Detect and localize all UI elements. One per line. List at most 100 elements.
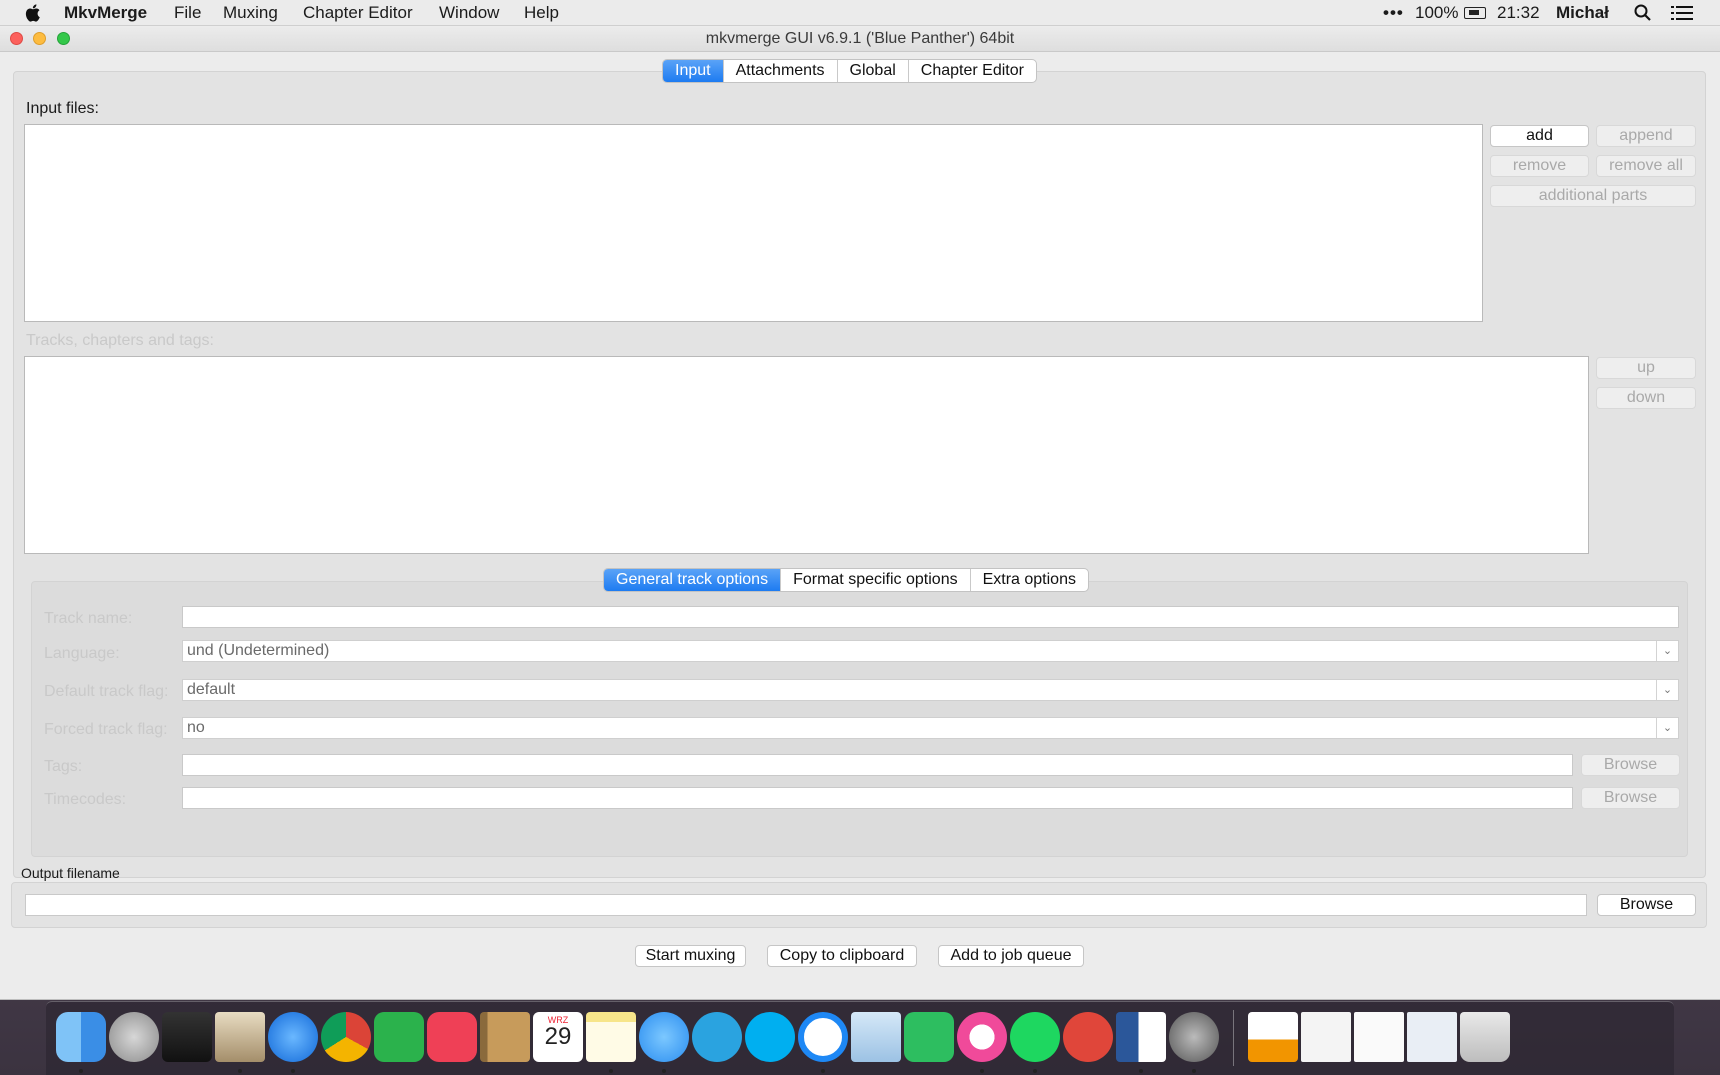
calendar-icon[interactable]: WRZ 29	[533, 1012, 583, 1062]
menu-bar: MkvMerge File Muxing Chapter Editor Wind…	[0, 0, 1720, 26]
running-indicator	[1192, 1069, 1196, 1073]
messages-icon[interactable]	[639, 1012, 689, 1062]
language-select[interactable]: und (Undetermined) ⌄	[182, 640, 1679, 662]
default-track-flag-select[interactable]: default ⌄	[182, 679, 1679, 701]
down-button[interactable]: down	[1596, 387, 1696, 409]
tab-extra-options[interactable]: Extra options	[969, 569, 1088, 591]
spotlight-search-icon[interactable]	[1634, 4, 1652, 22]
timecodes-label: Timecodes:	[44, 791, 127, 808]
menu-help[interactable]: Help	[524, 3, 559, 23]
preview-icon[interactable]	[851, 1012, 901, 1062]
user-name[interactable]: Michał	[1556, 3, 1609, 23]
document-stack-icon[interactable]	[1354, 1012, 1404, 1062]
safari-icon[interactable]	[268, 1012, 318, 1062]
mkv-icon[interactable]	[1301, 1012, 1351, 1062]
running-indicator	[1033, 1069, 1037, 1073]
copy-to-clipboard-button[interactable]: Copy to clipboard	[767, 945, 917, 967]
pocket-icon[interactable]	[427, 1012, 477, 1062]
running-indicator	[291, 1069, 295, 1073]
tab-chapter-editor[interactable]: Chapter Editor	[907, 60, 1036, 82]
finder-icon[interactable]	[56, 1012, 106, 1062]
output-filename-input[interactable]	[25, 894, 1587, 916]
input-files-list[interactable]	[24, 124, 1483, 322]
forced-flag-value: no	[187, 719, 205, 736]
append-button[interactable]: append	[1596, 125, 1696, 147]
tab-format-specific-options[interactable]: Format specific options	[780, 569, 970, 591]
telegram-icon[interactable]	[692, 1012, 742, 1062]
system-app-icon[interactable]	[1169, 1012, 1219, 1062]
itunes-icon[interactable]	[957, 1012, 1007, 1062]
clock[interactable]: 21:32	[1497, 3, 1540, 23]
evernote-icon[interactable]	[904, 1012, 954, 1062]
apple-icon[interactable]	[24, 3, 41, 23]
tracks-list[interactable]	[24, 356, 1589, 554]
chevron-down-icon[interactable]: ⌄	[1656, 641, 1678, 661]
window-thumbnail-icon[interactable]	[1407, 1012, 1457, 1062]
output-filename-label: Output filename	[21, 865, 120, 881]
timecodes-browse-button[interactable]: Browse	[1581, 787, 1680, 809]
chevron-down-icon[interactable]: ⌄	[1656, 718, 1678, 738]
window-title: mkvmerge GUI v6.9.1 ('Blue Panther') 64b…	[705, 30, 1015, 47]
menu-app-name[interactable]: MkvMerge	[64, 3, 147, 23]
menu-window[interactable]: Window	[439, 3, 499, 23]
forced-track-flag-label: Forced track flag:	[44, 721, 168, 738]
tags-label: Tags:	[44, 758, 83, 775]
battery-percent: 100%	[1415, 3, 1459, 22]
tab-general-track-options[interactable]: General track options	[604, 569, 781, 591]
input-files-label: Input files:	[26, 100, 99, 117]
running-indicator	[980, 1069, 984, 1073]
language-value: und (Undetermined)	[187, 642, 330, 659]
contacts-icon[interactable]	[480, 1012, 530, 1062]
messenger-icon[interactable]	[798, 1012, 848, 1062]
feedly-icon[interactable]	[374, 1012, 424, 1062]
running-indicator	[79, 1069, 83, 1073]
skype-icon[interactable]	[745, 1012, 795, 1062]
launchpad-icon[interactable]	[109, 1012, 159, 1062]
trash-icon[interactable]	[1460, 1012, 1510, 1062]
word-icon[interactable]	[1116, 1012, 1166, 1062]
running-indicator	[821, 1069, 825, 1073]
add-to-job-queue-button[interactable]: Add to job queue	[938, 945, 1084, 967]
vlc-icon[interactable]	[1248, 1012, 1298, 1062]
chrome-icon[interactable]	[321, 1012, 371, 1062]
tracks-label: Tracks, chapters and tags:	[26, 332, 214, 349]
forced-track-flag-select[interactable]: no ⌄	[182, 717, 1679, 739]
tab-attachments[interactable]: Attachments	[722, 60, 837, 82]
battery-icon[interactable]	[1464, 7, 1486, 19]
more-icon[interactable]: •••	[1383, 3, 1404, 23]
mail-icon[interactable]	[215, 1012, 265, 1062]
tab-input[interactable]: Input	[663, 60, 723, 82]
notification-center-icon[interactable]	[1671, 5, 1693, 21]
transmit-icon[interactable]	[1063, 1012, 1113, 1062]
tags-input[interactable]	[182, 754, 1573, 776]
remove-all-button[interactable]: remove all	[1596, 155, 1696, 177]
remove-button[interactable]: remove	[1490, 155, 1589, 177]
menu-file[interactable]: File	[174, 3, 201, 23]
dock: WRZ 29	[46, 1001, 1674, 1075]
track-options-tabs: General track options Format specific op…	[603, 568, 1089, 592]
track-name-input[interactable]	[182, 606, 1679, 628]
photo-booth-icon[interactable]	[162, 1012, 212, 1062]
chevron-down-icon[interactable]: ⌄	[1656, 680, 1678, 700]
additional-parts-button[interactable]: additional parts	[1490, 185, 1696, 207]
tab-global[interactable]: Global	[836, 60, 908, 82]
tags-browse-button[interactable]: Browse	[1581, 754, 1680, 776]
running-indicator	[1139, 1069, 1143, 1073]
add-button[interactable]: add	[1490, 125, 1589, 147]
notes-icon[interactable]	[586, 1012, 636, 1062]
title-bar[interactable]: mkvmerge GUI v6.9.1 ('Blue Panther') 64b…	[0, 26, 1720, 52]
dock-divider	[1233, 1010, 1234, 1066]
running-indicator	[662, 1069, 666, 1073]
output-browse-button[interactable]: Browse	[1597, 894, 1696, 916]
menu-chapter-editor[interactable]: Chapter Editor	[303, 3, 413, 23]
menu-muxing[interactable]: Muxing	[223, 3, 278, 23]
up-button[interactable]: up	[1596, 357, 1696, 379]
default-flag-value: default	[187, 681, 236, 698]
running-indicator	[238, 1069, 242, 1073]
spotify-icon[interactable]	[1010, 1012, 1060, 1062]
start-muxing-button[interactable]: Start muxing	[635, 945, 746, 967]
language-label: Language:	[44, 645, 120, 662]
running-indicator	[609, 1069, 613, 1073]
default-track-flag-label: Default track flag:	[44, 683, 169, 700]
timecodes-input[interactable]	[182, 787, 1573, 809]
